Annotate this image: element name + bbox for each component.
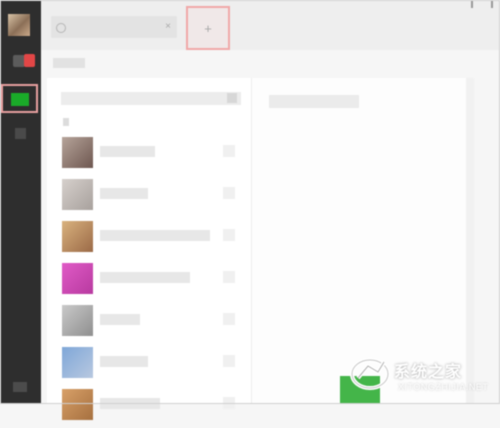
contact-name	[100, 230, 210, 241]
contact-action-icon[interactable]	[223, 397, 235, 409]
add-contact-button[interactable]: +	[186, 6, 230, 50]
contact-name	[100, 356, 148, 367]
contact-avatar	[62, 179, 93, 210]
contact-name	[100, 272, 190, 283]
contact-row[interactable]	[47, 176, 251, 218]
contact-row[interactable]	[47, 260, 251, 302]
contact-avatar	[62, 137, 93, 168]
unread-badge	[24, 54, 35, 67]
contact-action-icon[interactable]	[223, 229, 235, 241]
favorites-icon[interactable]	[15, 128, 26, 139]
contact-list-panel	[47, 78, 251, 420]
section-label	[53, 58, 85, 68]
detail-title	[269, 95, 359, 108]
contact-avatar	[62, 305, 93, 336]
contact-action-icon[interactable]	[223, 313, 235, 325]
contact-action-icon[interactable]	[223, 355, 235, 367]
contact-action-icon[interactable]	[223, 271, 235, 283]
contact-avatar	[62, 221, 93, 252]
watermark-url: XITONGZHIJIA.NET	[398, 382, 489, 392]
search-input[interactable]: ×	[51, 16, 177, 38]
contact-avatar	[62, 389, 93, 420]
left-nav-rail	[0, 0, 41, 404]
section-index-letter	[63, 118, 69, 126]
clear-icon[interactable]: ×	[165, 21, 171, 32]
contact-name	[100, 188, 148, 199]
contact-action-icon[interactable]	[223, 187, 235, 199]
contact-avatar	[62, 347, 93, 378]
contacts-icon[interactable]	[11, 93, 29, 106]
close-icon[interactable]	[491, 0, 493, 8]
contact-row[interactable]	[47, 134, 251, 176]
contact-name	[100, 314, 140, 325]
expand-icon[interactable]	[227, 93, 237, 103]
new-friends-header[interactable]	[61, 92, 241, 105]
contact-name	[100, 146, 155, 157]
watermark-brand: 系统之家	[394, 364, 463, 381]
search-icon	[56, 23, 66, 33]
contact-row[interactable]	[47, 302, 251, 344]
contact-row[interactable]	[47, 218, 251, 260]
contact-row[interactable]	[47, 344, 251, 386]
minimize-icon[interactable]	[471, 0, 473, 8]
user-avatar[interactable]	[8, 14, 30, 36]
contact-avatar	[62, 263, 93, 294]
contact-action-icon[interactable]	[223, 145, 235, 157]
watermark: 系统之家 XITONGZHIJIA.NET	[348, 352, 500, 404]
contact-row[interactable]	[47, 386, 251, 428]
watermark-logo-icon	[350, 358, 390, 390]
menu-icon[interactable]	[13, 382, 27, 392]
